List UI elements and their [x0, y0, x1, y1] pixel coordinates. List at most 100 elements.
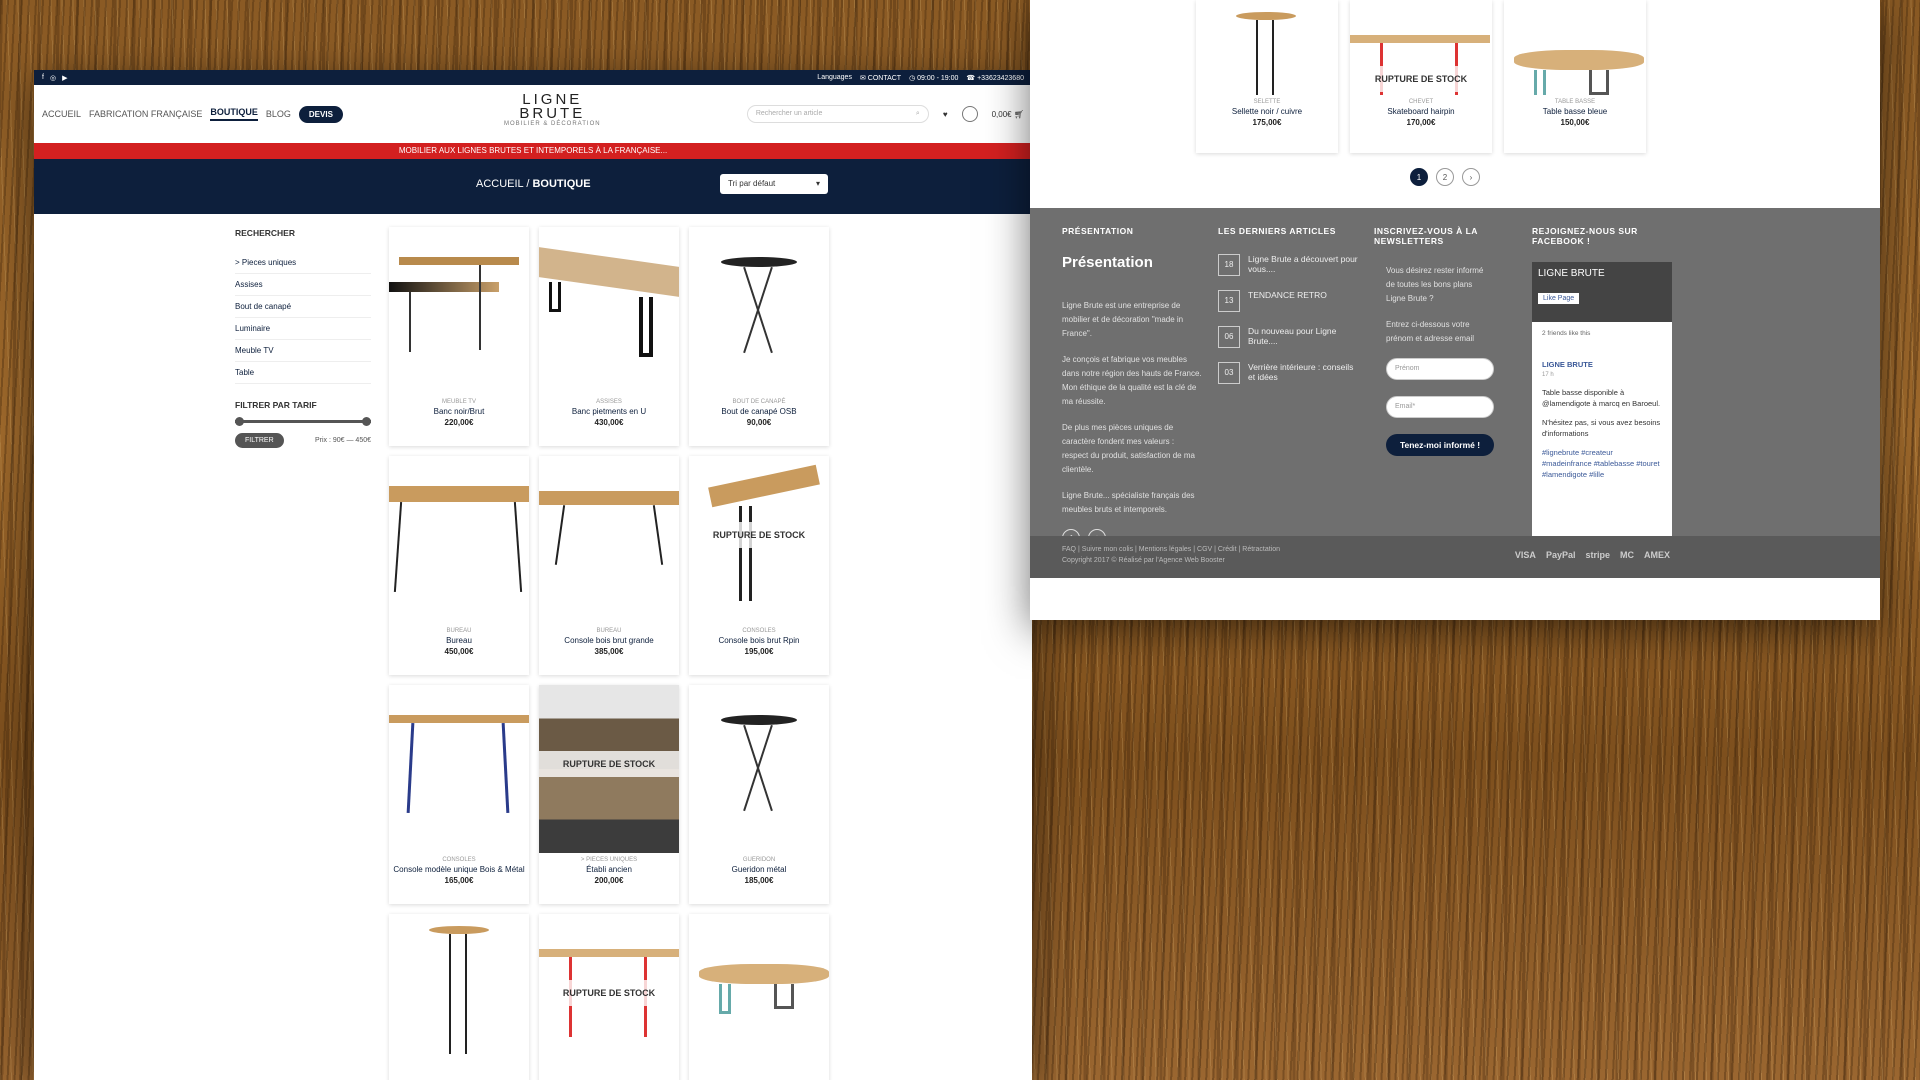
email-input[interactable]: Email* — [1386, 396, 1494, 418]
sidebar-item-luminaire[interactable]: Luminaire — [235, 318, 371, 340]
product-image[interactable] — [689, 685, 829, 853]
sidebar-item-table[interactable]: Table — [235, 362, 371, 384]
devis-button[interactable]: DEVIS — [298, 105, 343, 123]
sidebar-item-assises[interactable]: Assises — [235, 274, 371, 296]
nav-fabrication[interactable]: FABRICATION FRANÇAISE — [89, 109, 202, 119]
product-image[interactable] — [689, 914, 829, 1080]
product-name[interactable]: Banc noir/Brut — [389, 407, 529, 416]
product-category[interactable]: BUREAU — [389, 628, 529, 634]
product-image[interactable] — [389, 227, 529, 395]
product-name[interactable]: Bureau — [389, 636, 529, 645]
product-card[interactable]: RUPTURE DE STOCK CHEVET Skateboard hairpin… — [1350, 0, 1492, 153]
product-card[interactable]: BOUT DE CANAPÉ Bout de canapé OSB 90,00€ — [689, 227, 829, 446]
product-image[interactable] — [1196, 0, 1338, 95]
product-name[interactable]: Établi ancien — [539, 865, 679, 874]
product-name[interactable]: Sellette noir / cuivre — [1196, 107, 1338, 116]
product-category[interactable]: CONSOLES — [689, 628, 829, 634]
product-image[interactable]: RUPTURE DE STOCK — [539, 685, 679, 853]
product-category[interactable]: BOUT DE CANAPÉ — [689, 399, 829, 405]
product-card[interactable]: TABLE BASSE Table basse bleue 150,00€ — [1504, 0, 1646, 153]
instagram-icon[interactable]: ◎ — [50, 74, 56, 82]
heart-icon[interactable]: ♥ — [943, 110, 948, 119]
product-image[interactable] — [389, 685, 529, 853]
sidebar-item-meuble-tv[interactable]: Meuble TV — [235, 340, 371, 362]
product-card[interactable]: MEUBLE TV Banc noir/Brut 220,00€ — [389, 227, 529, 446]
product-category[interactable]: SELETTE — [1196, 99, 1338, 105]
nav-blog[interactable]: BLOG — [266, 109, 291, 119]
product-category[interactable]: CONSOLES — [389, 857, 529, 863]
product-category[interactable]: MEUBLE TV — [389, 399, 529, 405]
product-card[interactable]: CONSOLES Console modèle unique Bois & Mét… — [389, 685, 529, 904]
search-input[interactable]: Rechercher un article ⌕ — [746, 105, 929, 123]
subscribe-button[interactable]: Tenez-moi informé ! — [1386, 434, 1494, 456]
product-card[interactable]: GUERIDON Gueridon métal 185,00€ — [689, 685, 829, 904]
product-name[interactable]: Banc pietments en U — [539, 407, 679, 416]
product-name[interactable]: Console modèle unique Bois & Métal — [389, 865, 529, 874]
account-icon[interactable] — [961, 106, 978, 122]
languages-menu[interactable]: Languages — [817, 74, 852, 81]
breadcrumb-home[interactable]: ACCUEIL — [476, 178, 523, 190]
product-card[interactable]: ASSISES Banc pietments en U 430,00€ — [539, 227, 679, 446]
product-category[interactable]: TABLE BASSE — [1504, 99, 1646, 105]
product-category[interactable]: CHEVET — [1350, 99, 1492, 105]
next-page-icon[interactable]: › — [1462, 168, 1480, 186]
sort-select[interactable]: Tri par défaut ▾ — [720, 174, 828, 194]
firstname-input[interactable]: Prénom — [1386, 358, 1494, 380]
search-icon[interactable]: ⌕ — [916, 110, 920, 118]
product-image[interactable]: RUPTURE DE STOCK — [539, 914, 679, 1080]
product-name[interactable]: Bout de canapé OSB — [689, 407, 829, 416]
footer-articles: LES DERNIERS ARTICLES 18 Ligne Brute a dé… — [1218, 226, 1358, 398]
product-category[interactable]: BUREAU — [539, 628, 679, 634]
product-image[interactable] — [539, 456, 679, 624]
product-card[interactable]: RUPTURE DE STOCK — [539, 914, 679, 1080]
sidebar-item-pieces-uniques[interactable]: > Pieces uniques — [235, 252, 371, 274]
product-image[interactable] — [1504, 0, 1646, 95]
product-image[interactable] — [689, 227, 829, 395]
product-name[interactable]: Console bois brut Rpin — [689, 636, 829, 645]
footer-article[interactable]: 03 Verrière intérieure : conseils et idée… — [1218, 362, 1358, 384]
product-image[interactable] — [389, 456, 529, 624]
cart[interactable]: 0,00€ 🛒︎ — [992, 110, 1024, 119]
product-category[interactable]: ASSISES — [539, 399, 679, 405]
product-card[interactable]: BUREAU Console bois brut grande 385,00€ — [539, 456, 679, 675]
footer-links[interactable]: FAQ | Suivre mon colis | Mentions légale… — [1062, 546, 1848, 553]
youtube-icon[interactable]: ▶ — [62, 74, 67, 82]
fb-author[interactable]: LIGNE BRUTE — [1542, 359, 1662, 370]
product-category[interactable]: GUERIDON — [689, 857, 829, 863]
filter-button[interactable]: FILTRER — [235, 433, 284, 448]
phone-link[interactable]: ☎ +33623423680 — [966, 74, 1024, 82]
product-image[interactable]: RUPTURE DE STOCK — [689, 456, 829, 624]
facebook-icon[interactable]: f — [42, 74, 44, 82]
product-name[interactable]: Console bois brut grande — [539, 636, 679, 645]
product-image[interactable] — [539, 227, 679, 395]
price-slider[interactable] — [235, 417, 371, 426]
product-name[interactable]: Skateboard hairpin — [1350, 107, 1492, 116]
logo[interactable]: LIGNE BRUTE MOBILIER & DÉCORATION — [504, 92, 601, 127]
product-category[interactable]: > PIECES UNIQUES — [539, 857, 679, 863]
product-card[interactable]: SELETTE Sellette noir / cuivre 175,00€ — [1196, 0, 1338, 153]
nav-boutique[interactable]: BOUTIQUE — [210, 107, 258, 121]
product-card[interactable]: RUPTURE DE STOCK > PIECES UNIQUES Établi a… — [539, 685, 679, 904]
footer-article[interactable]: 13 TENDANCE RETRO — [1218, 290, 1358, 312]
article-title[interactable]: Du nouveau pour Ligne Brute.... — [1248, 326, 1358, 348]
facebook-widget[interactable]: LIGNE BRUTE Like Page 2 friends like thi… — [1532, 262, 1672, 552]
product-image[interactable] — [389, 914, 529, 1080]
article-title[interactable]: Verrière intérieure : conseils et idées — [1248, 362, 1358, 384]
article-title[interactable]: Ligne Brute a découvert pour vous.... — [1248, 254, 1358, 276]
footer-article[interactable]: 06 Du nouveau pour Ligne Brute.... — [1218, 326, 1358, 348]
product-name[interactable]: Table basse bleue — [1504, 107, 1646, 116]
page-2[interactable]: 2 — [1436, 168, 1454, 186]
product-card[interactable]: BUREAU Bureau 450,00€ — [389, 456, 529, 675]
sidebar-item-bout-de-canape[interactable]: Bout de canapé — [235, 296, 371, 318]
product-image[interactable]: RUPTURE DE STOCK — [1350, 0, 1492, 95]
product-card[interactable] — [689, 914, 829, 1080]
nav-accueil[interactable]: ACCUEIL — [42, 109, 81, 119]
footer-article[interactable]: 18 Ligne Brute a découvert pour vous.... — [1218, 254, 1358, 276]
page-1[interactable]: 1 — [1410, 168, 1428, 186]
product-name[interactable]: Gueridon métal — [689, 865, 829, 874]
product-card[interactable]: RUPTURE DE STOCK CONSOLES Console bois bru… — [689, 456, 829, 675]
article-title[interactable]: TENDANCE RETRO — [1248, 290, 1327, 312]
like-page-button[interactable]: Like Page — [1538, 293, 1580, 304]
contact-link[interactable]: ✉ CONTACT — [860, 74, 901, 82]
product-card[interactable] — [389, 914, 529, 1080]
